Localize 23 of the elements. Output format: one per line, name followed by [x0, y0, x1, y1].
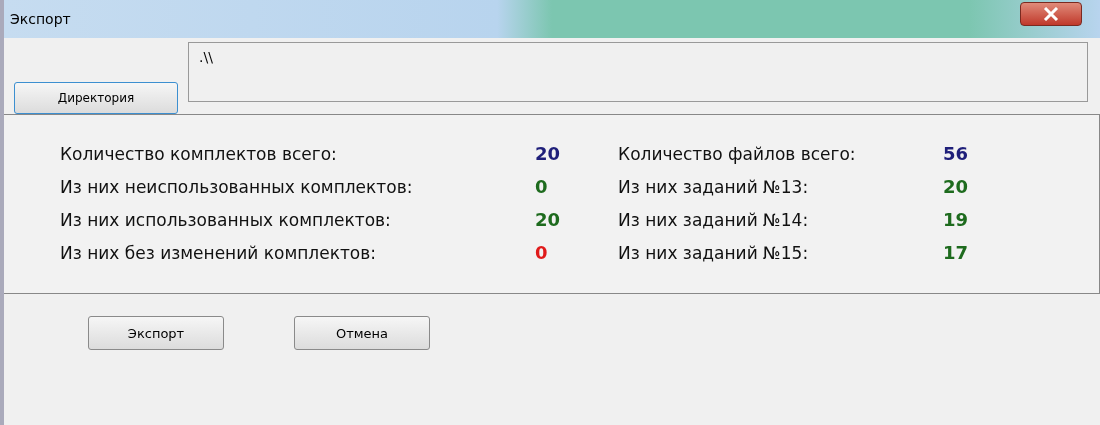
stat-value: 19: [943, 209, 969, 230]
export-button[interactable]: Экспорт: [88, 316, 224, 350]
stat-label: Из них без изменений комплектов:: [60, 243, 377, 263]
stat-label: Из них использованных комплектов:: [60, 210, 392, 230]
close-icon: [1043, 7, 1059, 21]
stat-value: 17: [943, 242, 969, 263]
stat-label: Из них неиспользованных комплектов:: [60, 177, 414, 197]
path-field[interactable]: .\\: [188, 42, 1088, 102]
close-button[interactable]: [1020, 2, 1082, 26]
stat-value: 0: [535, 242, 548, 263]
stat-value: 20: [535, 209, 561, 230]
stat-value: 20: [535, 143, 561, 164]
stat-label: Количество комплектов всего:: [60, 144, 338, 164]
stat-label: Из них заданий №15:: [618, 243, 810, 263]
cancel-button[interactable]: Отмена: [294, 316, 430, 350]
stat-value: 20: [943, 176, 969, 197]
window-title: Экспорт: [10, 11, 71, 27]
stat-value: 56: [943, 143, 969, 164]
stat-label: Количество файлов всего:: [618, 144, 857, 164]
directory-button[interactable]: Директория: [14, 82, 178, 114]
stat-label: Из них заданий №14:: [618, 210, 810, 230]
stat-label: Из них заданий №13:: [618, 177, 810, 197]
stat-value: 0: [535, 176, 548, 197]
